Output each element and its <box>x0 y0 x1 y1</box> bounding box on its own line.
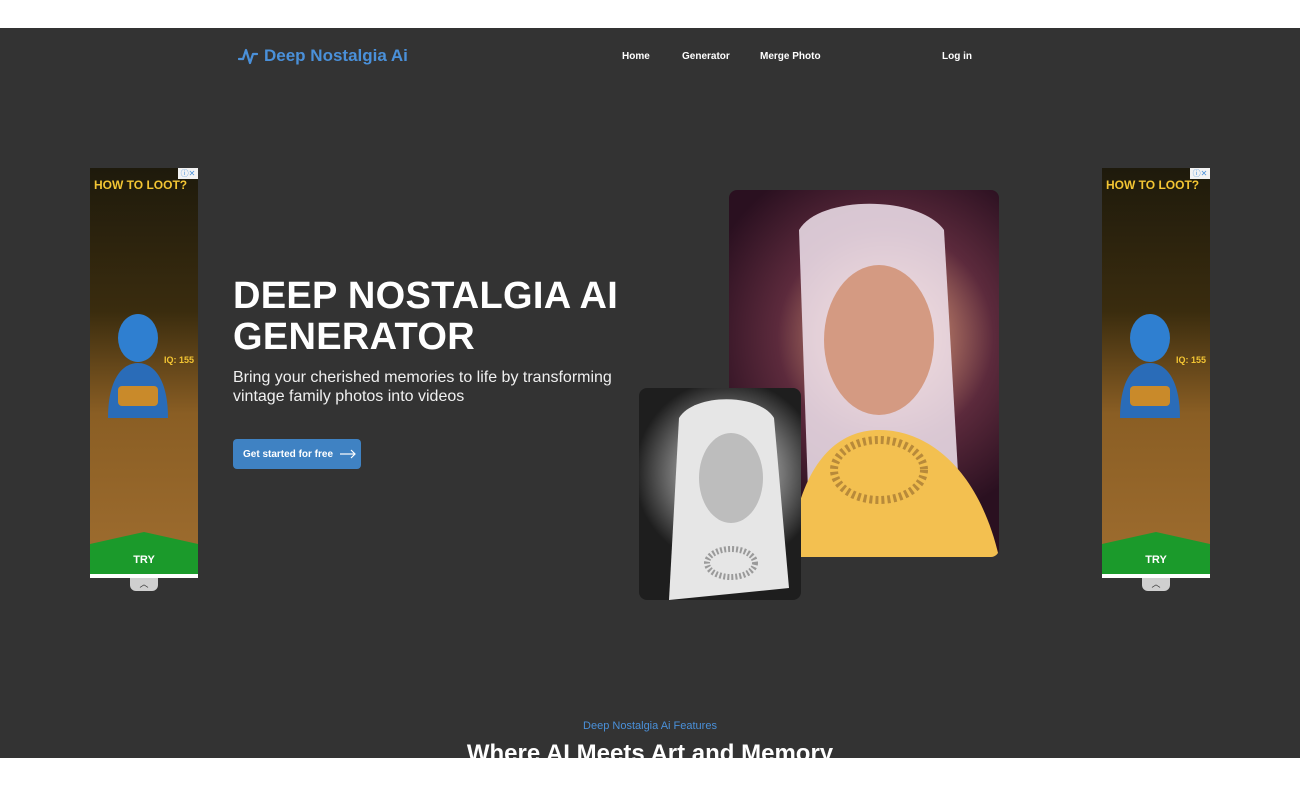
ad-iq-label: IQ: 155 <box>163 355 194 365</box>
ad-collapse-left[interactable]: ︿ <box>130 578 158 591</box>
nav-home[interactable]: Home <box>622 51 650 62</box>
nav-merge-photo[interactable]: Merge Photo <box>760 51 821 62</box>
nav-generator[interactable]: Generator <box>682 51 730 62</box>
bw-portrait-art <box>669 399 789 600</box>
brand-logo[interactable]: Deep Nostalgia Ai <box>238 46 408 66</box>
brand-name: Deep Nostalgia Ai <box>264 46 408 65</box>
features-title: Where AI Meets Art and Memory <box>466 740 834 758</box>
wave-pulse-icon <box>238 48 258 65</box>
ad-banner-left[interactable]: ⓘ✕ HOW TO LOOT? IQ: 155 TRY <box>90 168 198 578</box>
original-bw-portrait-image <box>639 388 801 600</box>
ad-headline: HOW TO LOOT? <box>1106 178 1200 192</box>
ad-collapse-right[interactable]: ︿ <box>1142 578 1170 591</box>
ad-try-button[interactable]: TRY <box>1102 532 1210 578</box>
get-started-label: Get started for free <box>243 448 334 460</box>
get-started-button[interactable]: Get started for free <box>233 439 361 469</box>
ad-character-image <box>108 314 168 418</box>
ad-character-image <box>1120 314 1180 418</box>
hero-subtitle: Bring your cherished memories to life by… <box>233 369 612 405</box>
ad-headline: HOW TO LOOT? <box>94 178 188 192</box>
features-eyebrow: Deep Nostalgia Ai Features <box>583 720 717 732</box>
page-viewport: Deep Nostalgia Ai Home Generator Merge P… <box>0 28 1300 758</box>
hero-title: DEEP NOSTALGIA AI GENERATOR <box>233 275 619 358</box>
login-link[interactable]: Log in <box>942 51 972 62</box>
arrow-right-icon <box>340 449 356 459</box>
ad-banner-right[interactable]: ⓘ✕ HOW TO LOOT? IQ: 155 TRY <box>1102 168 1210 578</box>
ad-iq-label: IQ: 155 <box>1175 355 1206 365</box>
ad-try-button[interactable]: TRY <box>90 532 198 578</box>
